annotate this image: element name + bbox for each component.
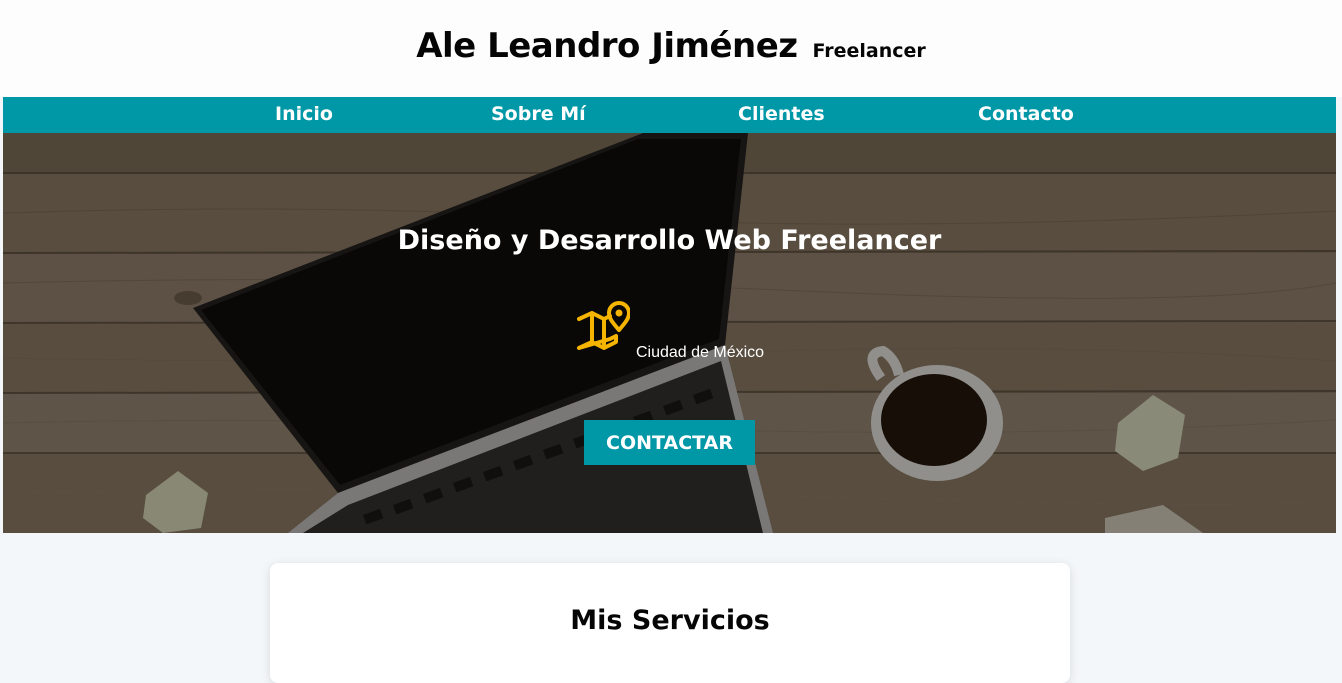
location-label: Ciudad de México [636, 344, 765, 361]
nav-link-clientes[interactable]: Clientes [738, 103, 825, 125]
nav-link-contacto[interactable]: Contacto [978, 103, 1074, 125]
hero-title: Diseño y Desarrollo Web Freelancer [397, 225, 942, 256]
main-navigation: Inicio Sobre Mí Clientes Contacto [3, 97, 1336, 133]
contactar-button[interactable]: CONTACTAR [584, 420, 755, 465]
services-title: Mis Servicios [570, 605, 770, 636]
hero-overlay [3, 133, 1336, 533]
nav-link-inicio[interactable]: Inicio [275, 103, 333, 125]
site-name: Ale Leandro Jiménez [416, 26, 798, 66]
site-header: Ale Leandro Jiménez Freelancer [0, 0, 1342, 97]
services-card: Mis Servicios [270, 563, 1070, 683]
site-brand: Ale Leandro Jiménez Freelancer [0, 26, 1342, 66]
hero-section: Diseño y Desarrollo Web Freelancer Ciuda… [3, 133, 1336, 533]
nav-link-sobre-mi[interactable]: Sobre Mí [491, 103, 586, 125]
site-tagline: Freelancer [812, 40, 926, 62]
map-location-icon [577, 301, 630, 350]
